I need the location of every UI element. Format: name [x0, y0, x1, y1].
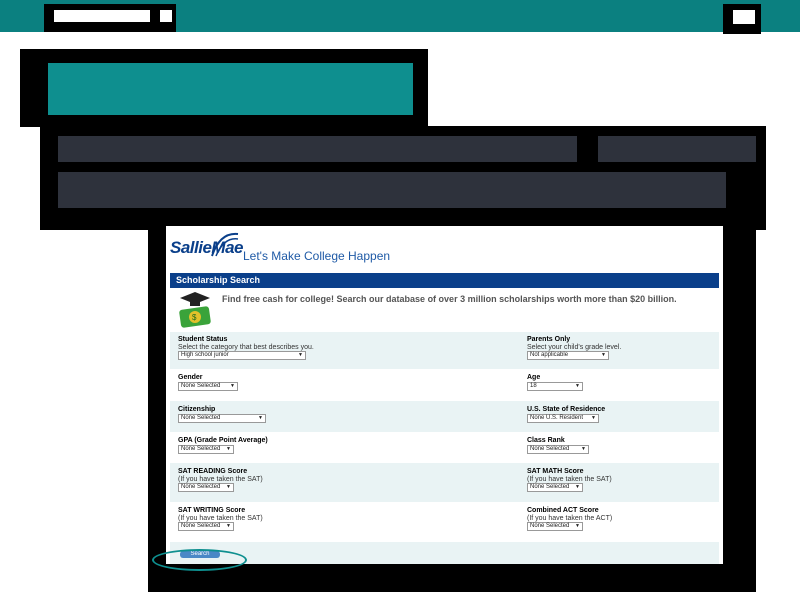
- sat-writing-select[interactable]: None Selected ▼: [178, 522, 234, 531]
- redacted-line: [598, 136, 756, 162]
- sat-math-select[interactable]: None Selected ▼: [527, 483, 583, 492]
- embedded-screenshot: SallieMae Let's Make College Happen Scho…: [166, 226, 723, 564]
- intro: $ Find free cash for college! Search our…: [176, 290, 719, 332]
- form-row: Student Status Select the category that …: [170, 332, 719, 369]
- field-label: Combined ACT Score: [527, 507, 599, 514]
- select-value: High school junior: [181, 352, 229, 358]
- chevron-down-icon: ▼: [591, 415, 596, 421]
- svg-text:$: $: [192, 313, 197, 322]
- section-title: Scholarship Search: [170, 273, 719, 288]
- select-value: None Selected: [181, 523, 221, 529]
- intro-text: Find free cash for college! Search our d…: [222, 294, 677, 304]
- select-value: None Selected: [530, 446, 570, 452]
- field-label: Parents Only: [527, 336, 571, 343]
- citizenship-field: Citizenship None Selected ▼: [178, 406, 266, 423]
- redacted-title: [48, 63, 413, 115]
- act-field: Combined ACT Score (If you have taken th…: [527, 507, 612, 531]
- field-hint: (If you have taken the SAT): [178, 515, 263, 522]
- select-value: None Selected: [530, 523, 570, 529]
- field-hint: Select the category that best describes …: [178, 344, 314, 351]
- select-value: None Selected: [181, 383, 221, 389]
- form-row: SAT WRITING Score (If you have taken the…: [170, 502, 719, 542]
- field-hint: (If you have taken the SAT): [527, 476, 612, 483]
- parents-only-select[interactable]: Not applicable ▼: [527, 351, 609, 360]
- select-value: None Selected: [530, 484, 570, 490]
- act-select[interactable]: None Selected ▼: [527, 522, 583, 531]
- redacted-label: [733, 10, 755, 24]
- student-status-select[interactable]: High school junior ▼: [178, 351, 306, 360]
- sat-reading-field: SAT READING Score (If you have taken the…: [178, 468, 263, 492]
- chevron-down-icon: ▼: [575, 484, 580, 490]
- chevron-down-icon: ▼: [258, 415, 263, 421]
- select-value: None Selected: [181, 446, 221, 452]
- money-graduation-cap-icon: $: [179, 292, 211, 328]
- state-field: U.S. State of Residence None U.S. Reside…: [527, 406, 605, 423]
- redacted-line: [58, 172, 726, 208]
- field-label: SAT MATH Score: [527, 468, 584, 475]
- sat-reading-select[interactable]: None Selected ▼: [178, 483, 234, 492]
- chevron-down-icon: ▼: [230, 383, 235, 389]
- select-value: None Selected: [181, 415, 221, 421]
- gpa-field: GPA (Grade Point Average) None Selected ▼: [178, 437, 268, 454]
- field-label: GPA (Grade Point Average): [178, 437, 268, 444]
- logo-arc-icon: [211, 232, 239, 257]
- select-value: None U.S. Resident: [530, 415, 584, 421]
- field-label: Gender: [178, 374, 203, 381]
- sat-writing-field: SAT WRITING Score (If you have taken the…: [178, 507, 263, 531]
- chevron-down-icon: ▼: [298, 352, 303, 358]
- select-value: Not applicable: [530, 352, 569, 358]
- chevron-down-icon: ▼: [226, 523, 231, 529]
- field-label: Class Rank: [527, 437, 565, 444]
- field-hint: Select your child's grade level.: [527, 344, 622, 351]
- redacted-label: [160, 10, 172, 22]
- field-hint: (If you have taken the SAT): [178, 476, 263, 483]
- form-row: Gender None Selected ▼ Age 18 ▼: [170, 369, 719, 401]
- class-rank-select[interactable]: None Selected ▼: [527, 445, 589, 454]
- field-label: SAT READING Score: [178, 468, 248, 475]
- field-hint: (If you have taken the ACT): [527, 515, 613, 522]
- form-row: GPA (Grade Point Average) None Selected ▼…: [170, 432, 719, 463]
- highlight-ring: [152, 549, 247, 571]
- gender-field: Gender None Selected ▼: [178, 374, 238, 391]
- field-label: SAT WRITING Score: [178, 507, 246, 514]
- field-label: Student Status: [178, 336, 228, 343]
- chevron-down-icon: ▼: [575, 383, 580, 389]
- chevron-down-icon: ▼: [226, 484, 231, 490]
- logo-row: SallieMae Let's Make College Happen: [166, 226, 723, 272]
- select-value: 18: [530, 383, 537, 389]
- age-select[interactable]: 18 ▼: [527, 382, 583, 391]
- redacted-label: [54, 10, 150, 22]
- select-value: None Selected: [181, 484, 221, 490]
- tagline: Let's Make College Happen: [243, 249, 391, 263]
- age-field: Age 18 ▼: [527, 374, 583, 391]
- gpa-select[interactable]: None Selected ▼: [178, 445, 234, 454]
- chevron-down-icon: ▼: [601, 352, 606, 358]
- chevron-down-icon: ▼: [226, 446, 231, 452]
- chevron-down-icon: ▼: [581, 446, 586, 452]
- class-rank-field: Class Rank None Selected ▼: [527, 437, 589, 454]
- citizenship-select[interactable]: None Selected ▼: [178, 414, 266, 423]
- student-status-field: Student Status Select the category that …: [178, 336, 314, 360]
- field-label: Age: [527, 374, 541, 381]
- form-row: SAT READING Score (If you have taken the…: [170, 463, 719, 502]
- chevron-down-icon: ▼: [575, 523, 580, 529]
- form-row: Citizenship None Selected ▼ U.S. State of…: [170, 401, 719, 432]
- form-row: [170, 542, 719, 564]
- field-label: Citizenship: [178, 406, 216, 413]
- sat-math-field: SAT MATH Score (If you have taken the SA…: [527, 468, 612, 492]
- parents-only-field: Parents Only Select your child's grade l…: [527, 336, 621, 360]
- gender-select[interactable]: None Selected ▼: [178, 382, 238, 391]
- field-label: U.S. State of Residence: [527, 406, 606, 413]
- state-select[interactable]: None U.S. Resident ▼: [527, 414, 599, 423]
- redacted-line: [58, 136, 577, 162]
